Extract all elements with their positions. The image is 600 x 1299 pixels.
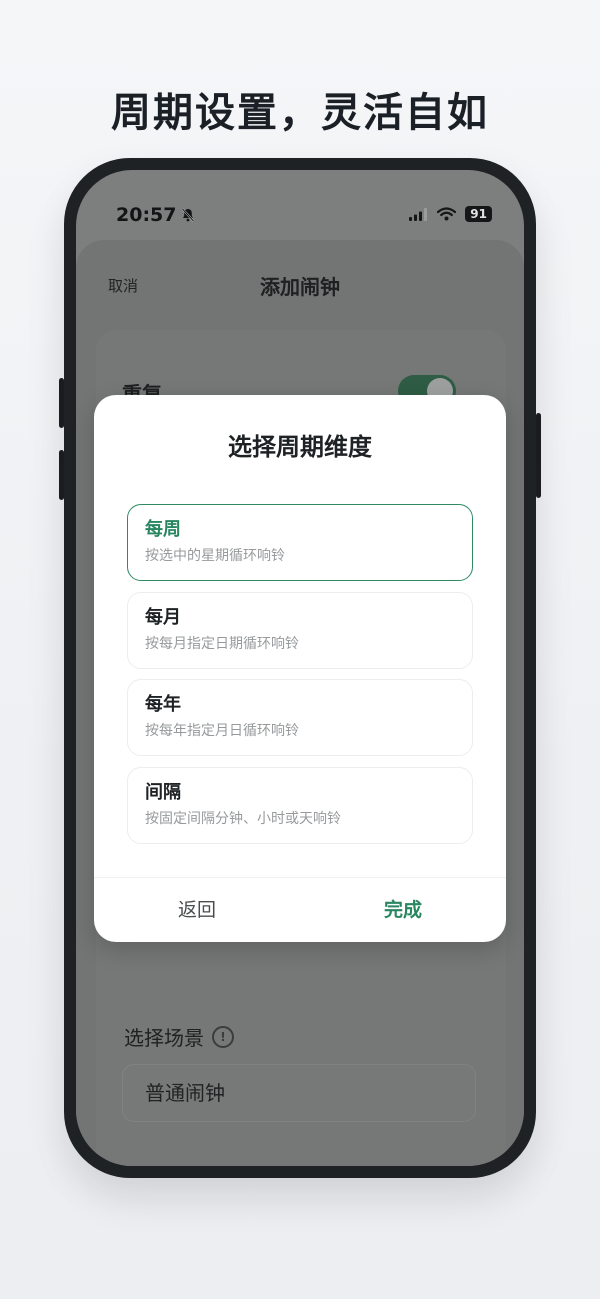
option-desc: 按每年指定月日循环响铃 xyxy=(145,723,299,739)
option-desc: 按固定间隔分钟、小时或天响铃 xyxy=(145,811,341,827)
headline: 周期设置，灵活自如 xyxy=(111,90,489,136)
option-weekly[interactable]: 每周 按选中的星期循环响铃 xyxy=(127,504,473,581)
battery-indicator: 91 xyxy=(465,206,492,222)
sheet-title: 添加闹钟 xyxy=(260,275,340,299)
option-title: 每周 xyxy=(145,519,181,540)
wifi-icon xyxy=(437,207,457,221)
info-icon[interactable]: ! xyxy=(212,1025,234,1048)
option-yearly[interactable]: 每年 按每年指定月日循环响铃 xyxy=(127,679,473,756)
option-monthly[interactable]: 每月 按每月指定日期循环响铃 xyxy=(127,592,473,669)
status-indicators: 91 xyxy=(409,206,492,222)
side-button-power xyxy=(536,413,541,498)
done-button[interactable]: 完成 xyxy=(300,878,506,942)
scene-select[interactable]: 普通闹钟 xyxy=(122,1064,476,1122)
side-button-volume xyxy=(59,450,64,500)
side-button-silent xyxy=(59,378,64,428)
scene-label: 选择场景 ! xyxy=(124,1022,234,1051)
option-title: 间隔 xyxy=(145,782,181,803)
option-interval[interactable]: 间隔 按固定间隔分钟、小时或天响铃 xyxy=(127,767,473,844)
option-desc: 按选中的星期循环响铃 xyxy=(145,548,285,564)
dialog-title: 选择周期维度 xyxy=(228,433,372,461)
option-title: 每月 xyxy=(145,607,181,628)
signal-icon xyxy=(409,207,428,221)
cycle-dimension-dialog: 选择周期维度 每周 按选中的星期循环响铃 每月 按每月指定日期循环响铃 每年 按… xyxy=(94,395,506,942)
back-button[interactable]: 返回 xyxy=(94,878,300,942)
option-title: 每年 xyxy=(145,694,181,715)
bell-mute-icon xyxy=(182,208,195,222)
status-time-text: 20:57 xyxy=(116,204,177,226)
dialog-footer: 返回 完成 xyxy=(94,877,506,942)
option-desc: 按每月指定日期循环响铃 xyxy=(145,636,299,652)
scene-label-text: 选择场景 xyxy=(124,1026,204,1050)
status-time: 20:57 xyxy=(116,204,196,226)
